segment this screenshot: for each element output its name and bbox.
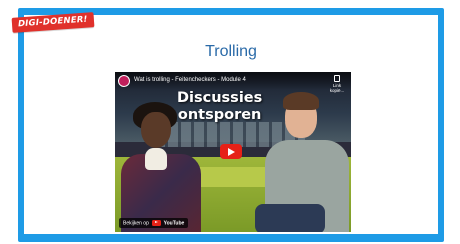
copy-link-button[interactable]: Link kopië...	[326, 75, 348, 93]
platform-name: YouTube	[163, 220, 185, 226]
play-button[interactable]	[220, 144, 242, 159]
overlay-line-2: ontsporen	[177, 107, 262, 123]
copy-link-label: Link kopië...	[329, 83, 345, 93]
page-title: Trolling	[205, 43, 257, 60]
youtube-embed[interactable]: Discussies ontsporen Wat is trolling - F…	[115, 72, 351, 232]
presenter-left-head	[141, 112, 171, 148]
overlay-line-1: Discussies	[177, 90, 263, 106]
youtube-logo-icon	[152, 219, 162, 226]
watch-on-label: Bekijken op	[123, 220, 149, 226]
watch-on-youtube-button[interactable]: Bekijken op YouTube	[119, 217, 189, 228]
video-overlay-title: Discussies ontsporen	[177, 90, 262, 124]
channel-avatar-icon[interactable]	[118, 75, 130, 87]
content-card: Trolling Discussies ontsporen Wat is tro…	[24, 15, 438, 234]
video-title-link[interactable]: Wat is trolling - Feitencheckers - Modul…	[134, 77, 246, 83]
copy-icon	[334, 75, 340, 82]
presenter-left-collar	[145, 148, 167, 170]
presenter-right-hair	[283, 92, 319, 110]
presenter-right	[255, 92, 351, 232]
presenter-right-legs	[255, 204, 325, 232]
video-top-bar: Wat is trolling - Feitencheckers - Modul…	[115, 72, 351, 93]
content-frame: Trolling Discussies ontsporen Wat is tro…	[18, 8, 444, 242]
